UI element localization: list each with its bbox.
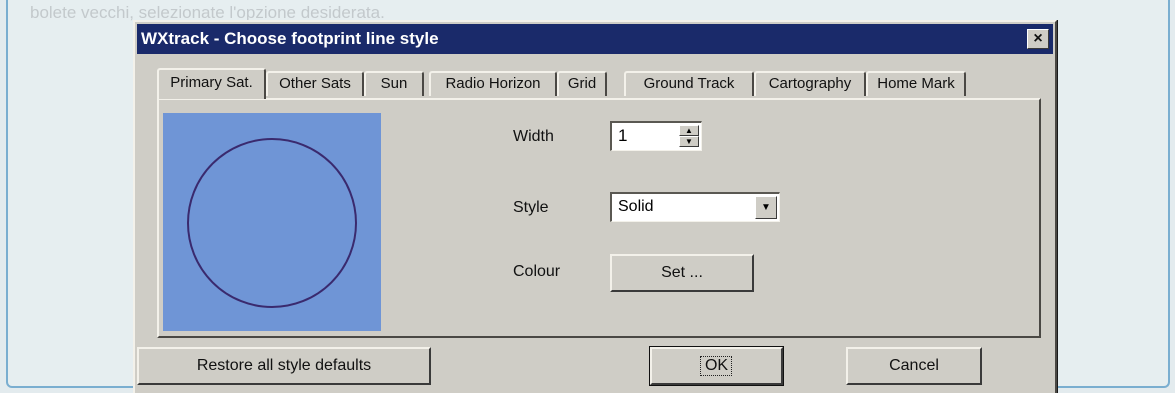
choose-line-style-dialog: WXtrack - Choose footprint line style × …: [133, 20, 1057, 393]
tab-other-sats[interactable]: Other Sats: [266, 71, 364, 96]
tab-label: Sun: [380, 75, 408, 92]
width-spinner[interactable]: 1 ▲ ▼: [610, 121, 702, 151]
tab-label: Radio Horizon: [445, 75, 541, 92]
spin-down-icon[interactable]: ▼: [679, 136, 699, 147]
tab-grid[interactable]: Grid: [557, 71, 607, 96]
tab-label: Other Sats: [279, 75, 351, 92]
footprint-circle: [187, 138, 357, 308]
tab-home-mark[interactable]: Home Mark: [866, 71, 966, 96]
tab-label: Grid: [567, 75, 597, 92]
dialog-title: WXtrack - Choose footprint line style: [141, 29, 439, 48]
ok-button[interactable]: OK: [649, 346, 784, 386]
colour-label: Colour: [513, 263, 561, 280]
tab-ground-track[interactable]: Ground Track: [624, 71, 754, 96]
tab-label: Ground Track: [643, 75, 735, 92]
chevron-down-icon[interactable]: ▼: [755, 196, 777, 219]
restore-defaults-button[interactable]: Restore all style defaults: [137, 347, 431, 385]
width-value[interactable]: 1: [618, 126, 627, 146]
dialog-titlebar[interactable]: WXtrack - Choose footprint line style ×: [137, 24, 1053, 54]
style-label: Style: [513, 199, 549, 216]
spin-up-icon[interactable]: ▲: [679, 125, 699, 136]
close-icon: ×: [1033, 30, 1043, 47]
set-colour-button[interactable]: Set ...: [610, 254, 754, 292]
style-value: Solid: [618, 198, 654, 215]
tab-cartography[interactable]: Cartography: [754, 71, 866, 96]
close-button[interactable]: ×: [1027, 29, 1049, 49]
tab-primary-sat[interactable]: Primary Sat.: [157, 68, 266, 99]
tab-label: Cartography: [768, 75, 852, 92]
tab-radio-horizon[interactable]: Radio Horizon: [429, 71, 557, 96]
tab-label: Home Mark: [877, 75, 955, 92]
tab-label: Primary Sat.: [170, 74, 253, 91]
style-select[interactable]: Solid ▼: [610, 192, 780, 222]
width-label: Width: [513, 128, 554, 145]
focus-rect: [700, 356, 732, 376]
footprint-preview: [163, 113, 381, 331]
tab-sun[interactable]: Sun: [364, 71, 424, 96]
cancel-button[interactable]: Cancel: [846, 347, 982, 385]
